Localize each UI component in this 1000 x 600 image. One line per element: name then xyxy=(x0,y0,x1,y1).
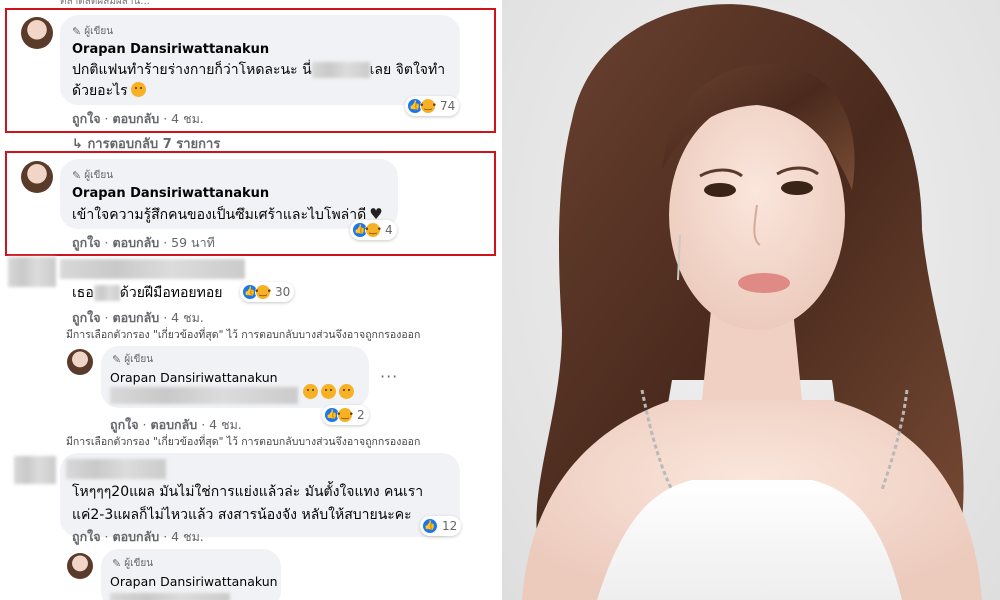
author-badge-label: ผู้เขียน xyxy=(124,558,154,569)
reply-arrow-icon: ↳ xyxy=(72,137,83,152)
redacted-name xyxy=(60,259,245,279)
pencil-icon: ✎ xyxy=(112,353,122,366)
comment-text: โหๆๆๆ20แผล มันไม่ใช่การแย่งแล้วล่ะ มันตั… xyxy=(72,484,424,500)
reply-link[interactable]: ตอบกลับ xyxy=(113,310,160,325)
reaction-count[interactable]: 👍 12 xyxy=(420,516,462,536)
portrait-illustration xyxy=(522,4,982,600)
comment-time[interactable]: 4 ชม. xyxy=(209,417,242,432)
comment-meta: ถูกใจ · ตอบกลับ · 4 ชม. xyxy=(110,417,242,432)
redacted-text xyxy=(93,285,120,301)
avatar[interactable] xyxy=(67,349,93,375)
sad-emoji-icon xyxy=(303,384,318,399)
reaction-number: 12 xyxy=(442,519,458,533)
redacted-text xyxy=(110,593,230,600)
redacted-avatar xyxy=(14,456,56,484)
highlight-box xyxy=(5,151,496,256)
comment-meta: ถูกใจ · ตอบกลับ · 4 ชม. xyxy=(72,529,204,544)
sad-reaction-icon: •‿• xyxy=(254,284,272,300)
pencil-icon: ✎ xyxy=(112,557,122,570)
author-badge: ✎ ผู้เขียน xyxy=(112,556,153,571)
comment-meta: ถูกใจ · ตอบกลับ · 4 ชม. xyxy=(72,310,204,325)
redacted-text xyxy=(110,387,298,404)
avatar[interactable] xyxy=(67,553,93,579)
commenter-name[interactable]: Orapan Dansiriwattanakun xyxy=(110,370,278,385)
left-eye xyxy=(704,183,736,197)
sad-emoji-icon xyxy=(339,384,354,399)
like-link[interactable]: ถูกใจ xyxy=(72,529,101,544)
reaction-number: 2 xyxy=(357,408,365,422)
comment-time[interactable]: 4 ชม. xyxy=(171,529,204,544)
sad-reaction-icon: •‿• xyxy=(336,407,354,423)
lips xyxy=(738,273,790,293)
view-replies-label: การตอบกลับ 7 รายการ xyxy=(87,137,221,152)
filter-note: มีการเลือกตัวกรอง "เกี่ยวข้องที่สุด" ไว้… xyxy=(66,329,421,341)
redacted-avatar xyxy=(8,257,56,287)
like-link[interactable]: ถูกใจ xyxy=(72,310,101,325)
sad-emoji-icon xyxy=(321,384,336,399)
comment-text-part: เธอ xyxy=(72,285,94,301)
like-reaction-icon: 👍 xyxy=(422,518,438,534)
redacted-name xyxy=(66,459,166,479)
reply-link[interactable]: ตอบกลับ xyxy=(113,529,160,544)
more-options-icon[interactable]: ··· xyxy=(380,367,398,386)
comment-text: เธอ ด้วยฝีมือทอยทอย xyxy=(72,282,222,304)
emoji-row xyxy=(300,382,354,404)
right-eye xyxy=(781,181,813,195)
comment-text-part: ด้วยฝีมือทอยทอย xyxy=(119,285,223,301)
reply-link[interactable]: ตอบกลับ xyxy=(151,417,198,432)
portrait-photo xyxy=(502,0,1000,600)
like-link[interactable]: ถูกใจ xyxy=(110,417,139,432)
comments-panel: ตลาดสดผสมผสาน... ✎ ผู้เขียน Orapan Dansi… xyxy=(0,0,502,600)
highlight-box xyxy=(5,8,496,133)
comment-time[interactable]: 4 ชม. xyxy=(171,310,204,325)
author-badge: ✎ ผู้เขียน xyxy=(112,352,153,367)
commenter-name[interactable]: Orapan Dansiriwattanakun xyxy=(110,574,278,589)
filter-note: มีการเลือกตัวกรอง "เกี่ยวข้องที่สุด" ไว้… xyxy=(66,436,421,448)
reaction-number: 30 xyxy=(275,285,291,299)
comment-text-line2: แค่2-3แผลก็ไม่ไหวแล้ว สงสารน้องจัง หลับใ… xyxy=(72,507,412,523)
author-badge-label: ผู้เขียน xyxy=(124,354,154,365)
reaction-count[interactable]: 👍 •‿• 30 xyxy=(240,282,295,302)
reaction-count[interactable]: 👍 •‿• 2 xyxy=(322,405,369,425)
